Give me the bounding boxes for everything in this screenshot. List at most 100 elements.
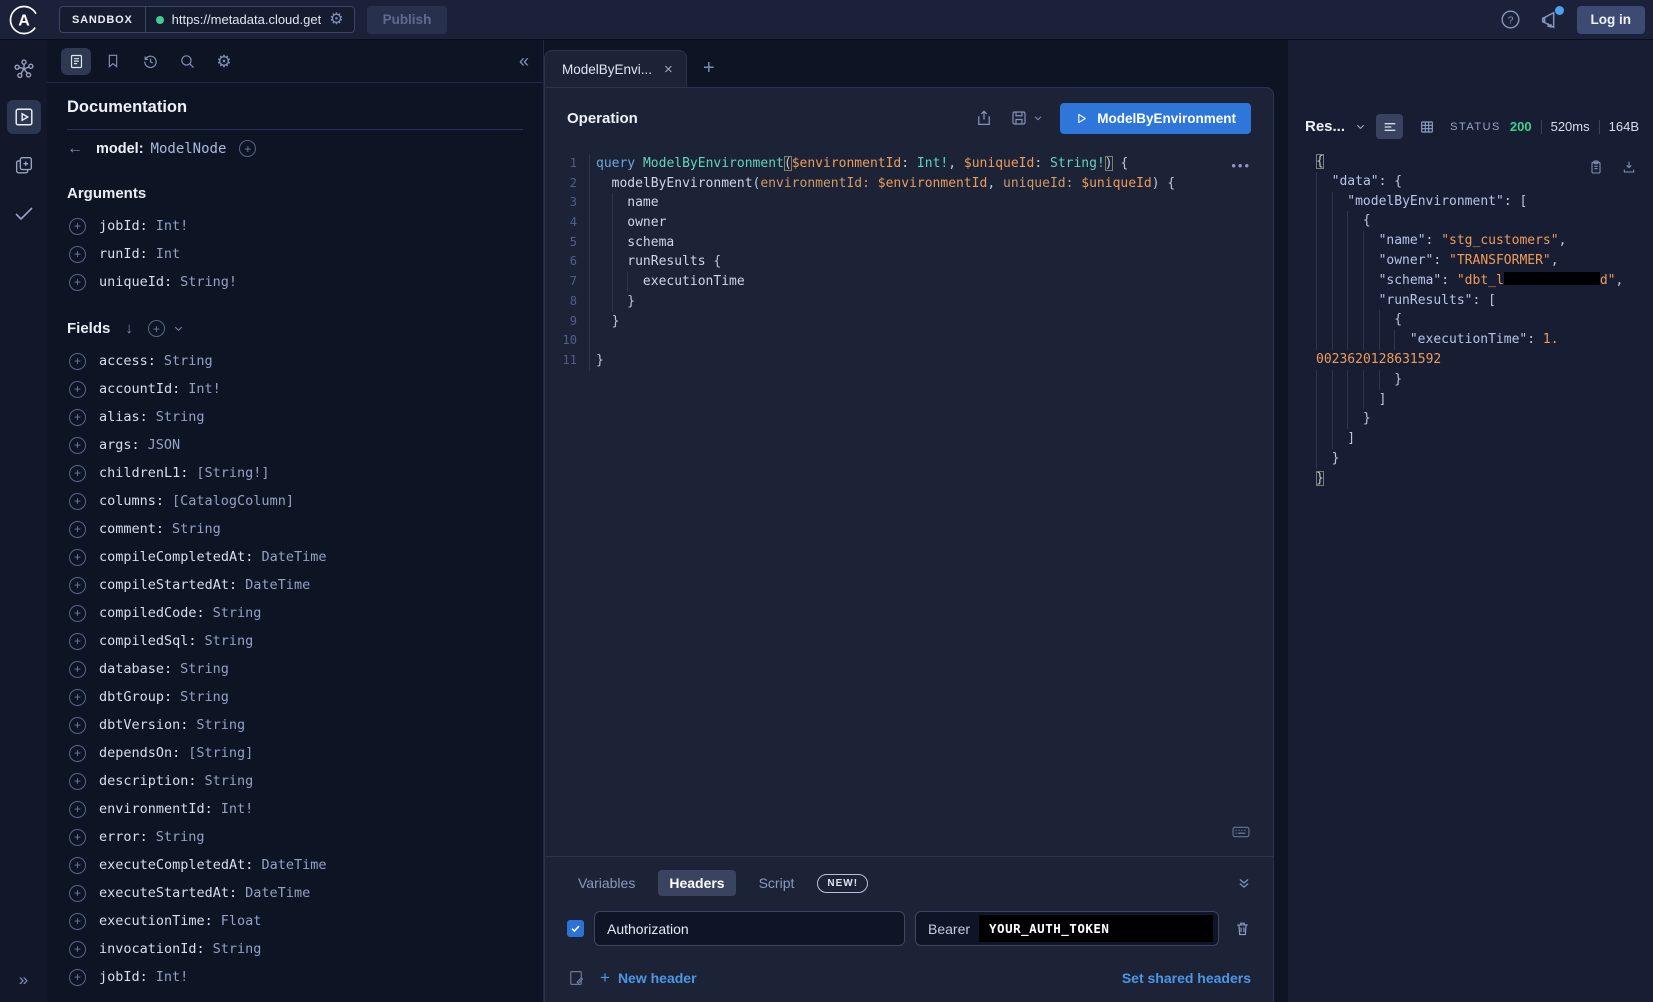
operation-editor[interactable]: 1query ModelByEnvironment($environmentId… xyxy=(545,148,1273,856)
field-row[interactable]: +columns:[CatalogColumn] xyxy=(69,487,523,515)
field-row[interactable]: +access:String xyxy=(69,347,523,375)
search-button[interactable] xyxy=(172,48,202,75)
field-row[interactable]: +database:String xyxy=(69,655,523,683)
close-tab-icon[interactable]: × xyxy=(664,61,673,78)
add-field-icon[interactable]: + xyxy=(69,941,86,958)
fields-chevron-down-icon[interactable] xyxy=(173,323,184,334)
field-row[interactable]: +comment:String xyxy=(69,515,523,543)
settings-button[interactable]: ⚙ xyxy=(209,48,239,75)
history-button[interactable] xyxy=(135,48,165,75)
field-row[interactable]: +compiledSql:String xyxy=(69,627,523,655)
add-field-icon[interactable]: + xyxy=(69,521,86,538)
endpoint-settings-icon[interactable]: ⚙ xyxy=(329,12,343,28)
header-enabled-checkbox[interactable] xyxy=(567,920,584,937)
endpoint-url-field[interactable]: https://metadata.cloud.get ⚙ xyxy=(146,7,354,32)
field-row[interactable]: +executeCompletedAt:DateTime xyxy=(69,851,523,879)
field-row[interactable]: +compiledCode:String xyxy=(69,599,523,627)
add-field-icon[interactable]: + xyxy=(69,913,86,930)
field-row[interactable]: +executeStartedAt:DateTime xyxy=(69,879,523,907)
field-row[interactable]: +error:String xyxy=(69,823,523,851)
auth-token-chip[interactable]: YOUR_AUTH_TOKEN xyxy=(979,915,1213,942)
collections-nav-item[interactable] xyxy=(7,148,41,182)
field-row[interactable]: +childrenL1:[String!] xyxy=(69,459,523,487)
add-field-icon[interactable]: + xyxy=(69,801,86,818)
raw-view-button[interactable] xyxy=(1376,114,1403,139)
add-type-button[interactable]: + xyxy=(239,140,256,157)
add-field-icon[interactable]: + xyxy=(69,857,86,874)
apollo-logo[interactable]: A xyxy=(0,0,47,39)
add-field-icon[interactable]: + xyxy=(69,465,86,482)
field-row[interactable]: +alias:String xyxy=(69,403,523,431)
announcements-icon[interactable] xyxy=(1539,9,1561,31)
add-argument-icon[interactable]: + xyxy=(69,246,86,263)
add-field-icon[interactable]: + xyxy=(69,661,86,678)
field-row[interactable]: +invocationId:String xyxy=(69,935,523,963)
checks-nav-item[interactable] xyxy=(7,196,41,230)
collapse-docs-button[interactable]: « xyxy=(519,51,529,72)
field-row[interactable]: +compileCompletedAt:DateTime xyxy=(69,543,523,571)
add-field-icon[interactable]: + xyxy=(69,969,86,986)
argument-row[interactable]: +runId:Int xyxy=(69,240,523,268)
back-arrow-icon[interactable]: ← xyxy=(67,140,83,158)
add-field-icon[interactable]: + xyxy=(69,829,86,846)
endpoint-url[interactable]: https://metadata.cloud.get xyxy=(172,12,322,27)
expand-rail-button[interactable]: » xyxy=(19,970,28,990)
share-operation-button[interactable] xyxy=(975,109,993,127)
field-row[interactable]: +accountId:Int! xyxy=(69,375,523,403)
argument-row[interactable]: +uniqueId:String! xyxy=(69,268,523,296)
operation-tab[interactable]: ModelByEnvi... × xyxy=(544,50,687,87)
add-field-icon[interactable]: + xyxy=(69,549,86,566)
set-shared-headers-link[interactable]: Set shared headers xyxy=(1122,970,1251,986)
field-row[interactable]: +executionTime:Float xyxy=(69,907,523,935)
field-row[interactable]: +description:String xyxy=(69,767,523,795)
field-row[interactable]: +environmentId:Int! xyxy=(69,795,523,823)
field-row[interactable]: +jobId:Int! xyxy=(69,963,523,991)
header-key-input[interactable]: Authorization xyxy=(594,911,905,946)
new-header-button[interactable]: + New header xyxy=(600,968,697,988)
field-row[interactable]: +dbtGroup:String xyxy=(69,683,523,711)
field-row[interactable]: +compileStartedAt:DateTime xyxy=(69,571,523,599)
sort-fields-icon[interactable]: ↓ xyxy=(125,320,133,337)
editor-more-menu[interactable]: ••• xyxy=(1231,158,1251,173)
copy-response-button[interactable] xyxy=(1588,159,1604,175)
argument-row[interactable]: +jobId:Int! xyxy=(69,212,523,240)
headers-script-icon[interactable] xyxy=(567,969,585,987)
footer-tab-variables[interactable]: Variables xyxy=(567,870,646,896)
add-field-icon[interactable]: + xyxy=(69,689,86,706)
add-field-icon[interactable]: + xyxy=(69,745,86,762)
table-view-button[interactable] xyxy=(1413,114,1440,139)
publish-button[interactable]: Publish xyxy=(367,6,448,34)
explorer-nav-item[interactable] xyxy=(7,100,41,134)
field-row[interactable]: +args:JSON xyxy=(69,431,523,459)
add-field-icon[interactable]: + xyxy=(69,717,86,734)
add-field-icon[interactable]: + xyxy=(69,605,86,622)
add-field-icon[interactable]: + xyxy=(69,493,86,510)
download-response-button[interactable] xyxy=(1621,159,1637,175)
header-value-input[interactable]: Bearer YOUR_AUTH_TOKEN xyxy=(915,911,1219,946)
add-field-icon[interactable]: + xyxy=(69,409,86,426)
login-button[interactable]: Log in xyxy=(1577,6,1646,34)
footer-tab-script[interactable]: Script xyxy=(748,870,806,896)
help-icon[interactable]: ? xyxy=(1500,9,1521,30)
add-field-icon[interactable]: + xyxy=(69,437,86,454)
field-row[interactable]: +dbtVersion:String xyxy=(69,711,523,739)
documentation-tab-button[interactable] xyxy=(61,48,91,75)
add-all-fields-button[interactable]: + xyxy=(148,320,165,337)
breadcrumb-type[interactable]: ModelNode xyxy=(151,141,227,157)
saved-operations-button[interactable] xyxy=(98,48,128,75)
delete-header-button[interactable] xyxy=(1234,920,1251,937)
field-row[interactable]: +dependsOn:[String] xyxy=(69,739,523,767)
add-field-icon[interactable]: + xyxy=(69,885,86,902)
collapse-footer-button[interactable] xyxy=(1237,876,1251,890)
keyboard-shortcuts-icon[interactable] xyxy=(1231,822,1251,842)
schema-nav-item[interactable] xyxy=(7,52,41,86)
add-field-icon[interactable]: + xyxy=(69,577,86,594)
footer-tab-headers[interactable]: Headers xyxy=(658,870,735,896)
add-argument-icon[interactable]: + xyxy=(69,274,86,291)
add-field-icon[interactable]: + xyxy=(69,633,86,650)
add-argument-icon[interactable]: + xyxy=(69,218,86,235)
run-operation-button[interactable]: ModelByEnvironment xyxy=(1060,103,1251,134)
add-field-icon[interactable]: + xyxy=(69,353,86,370)
save-operation-group[interactable] xyxy=(1010,109,1043,127)
new-tab-button[interactable]: + xyxy=(687,50,731,87)
